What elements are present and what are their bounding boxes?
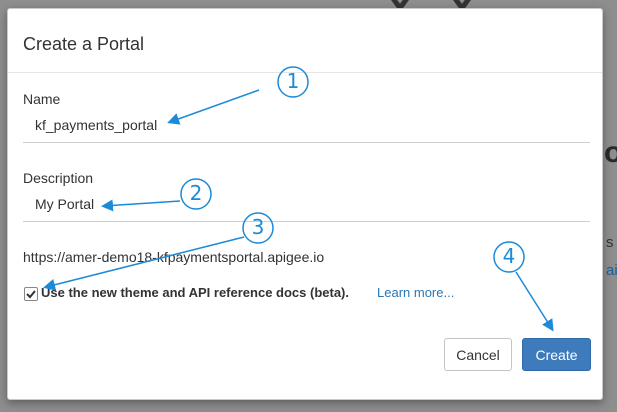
portal-url: https://amer-demo18-kfpaymentsportal.api…: [23, 249, 325, 265]
description-label: Description: [23, 170, 94, 186]
background-link-fragment: ai: [606, 262, 617, 279]
annotation-number-2: 2: [189, 181, 203, 205]
description-field-underline: [23, 221, 590, 222]
checkmark-icon: [26, 290, 36, 299]
annotation-number-4: 4: [502, 244, 516, 268]
cancel-button[interactable]: Cancel: [444, 338, 512, 371]
create-portal-dialog: Create a Portal Name kf_payments_portal …: [7, 8, 603, 400]
background-text-fragment: s: [606, 234, 614, 251]
learn-more-link[interactable]: Learn more...: [377, 285, 454, 300]
theme-checkbox[interactable]: [24, 287, 38, 301]
create-button[interactable]: Create: [522, 338, 591, 371]
theme-checkbox-label[interactable]: Use the new theme and API reference docs…: [41, 285, 349, 300]
annotation-number-3: 3: [251, 215, 265, 239]
description-field[interactable]: My Portal: [35, 196, 94, 212]
dialog-title: Create a Portal: [23, 34, 145, 54]
name-field[interactable]: kf_payments_portal: [35, 117, 157, 133]
background-heading-fragment: o: [604, 136, 617, 169]
name-field-underline: [23, 142, 590, 143]
name-label: Name: [23, 91, 61, 107]
annotation-number-1: 1: [286, 69, 300, 93]
